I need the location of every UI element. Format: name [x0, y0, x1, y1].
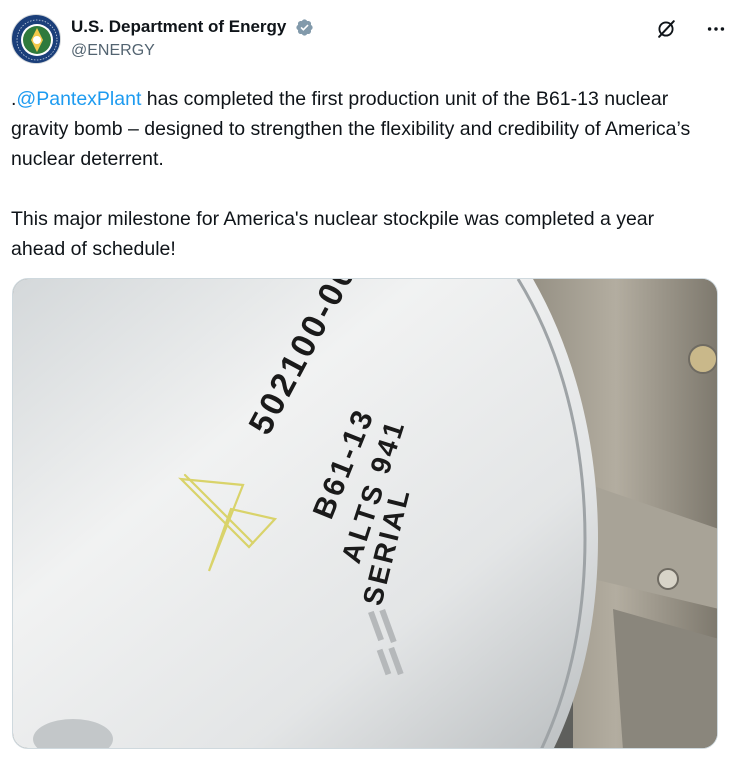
- avatar[interactable]: [11, 14, 61, 64]
- post-paragraph-2: This major milestone for America's nucle…: [11, 208, 655, 260]
- doe-seal-icon: [14, 17, 60, 63]
- author-names: U.S. Department of Energy @ENERGY: [71, 16, 314, 62]
- post-card: U.S. Department of Energy @ENERGY .@Pant…: [0, 0, 739, 761]
- bomb-casing-photo: 502100-00 B61-13 ALTS 941 SERIAL: [13, 279, 717, 748]
- author-display-name[interactable]: U.S. Department of Energy: [71, 16, 286, 38]
- grok-slash-icon[interactable]: [655, 18, 677, 40]
- post-text: .@PantexPlant has completed the first pr…: [11, 84, 711, 264]
- more-dots-icon[interactable]: [705, 18, 727, 40]
- verified-badge-icon[interactable]: [295, 18, 314, 37]
- post-media-photo[interactable]: 502100-00 B61-13 ALTS 941 SERIAL: [12, 278, 718, 749]
- post-paragraph-1: .@PantexPlant has completed the first pr…: [11, 84, 711, 174]
- author-handle[interactable]: @ENERGY: [71, 40, 314, 62]
- post-header: U.S. Department of Energy @ENERGY: [11, 14, 727, 66]
- mention-link[interactable]: @PantexPlant: [16, 88, 141, 110]
